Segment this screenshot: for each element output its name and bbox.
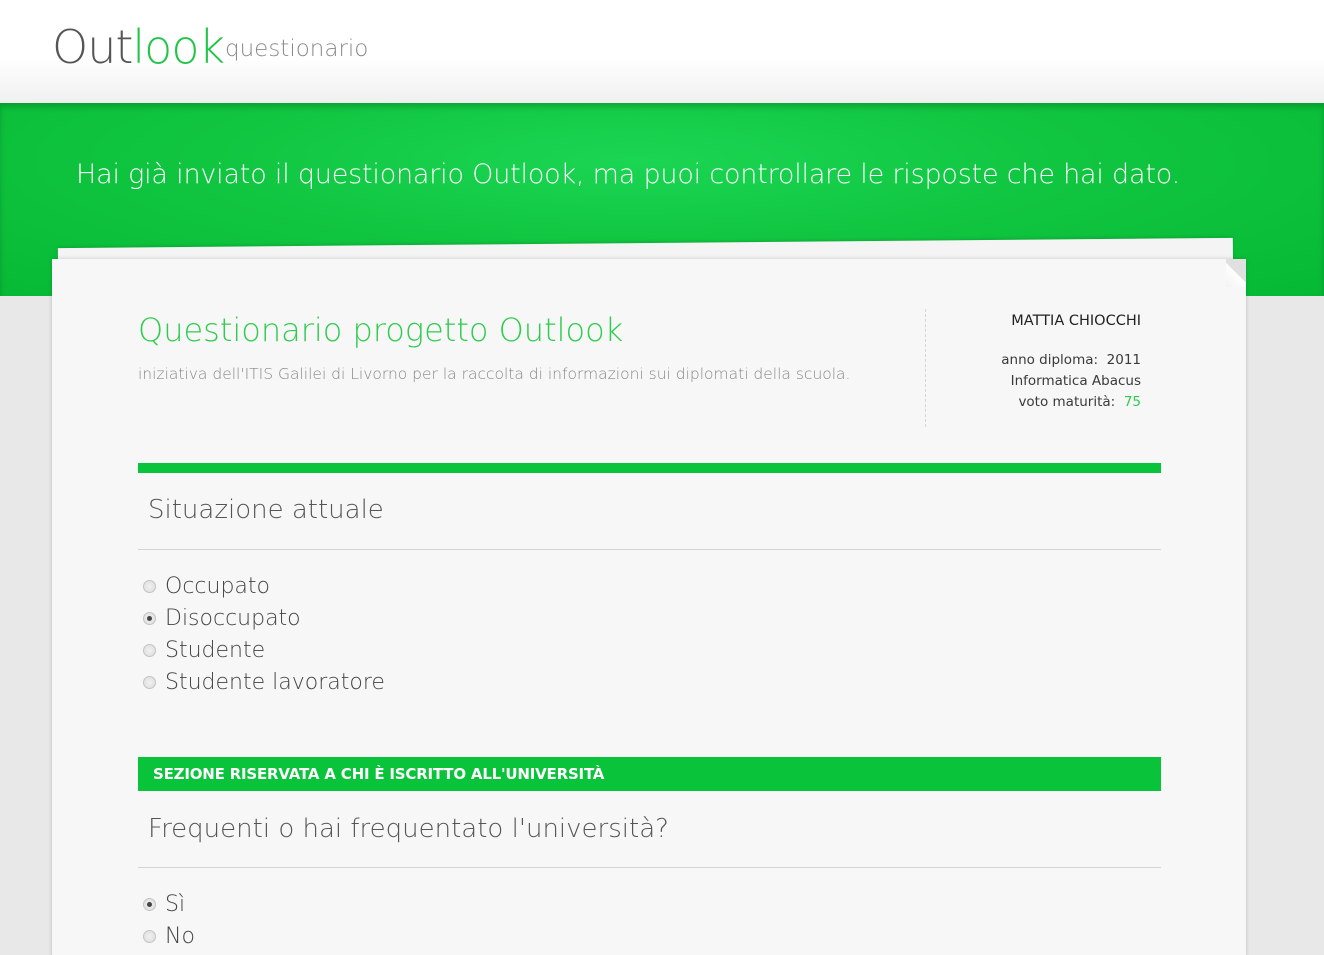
vertical-divider [925,309,926,427]
radio-label: Sì [165,892,186,917]
radio-option-si[interactable]: Sì [143,892,185,917]
section-title-current-status: Situazione attuale [148,495,384,525]
radio-label: Studente [165,638,266,663]
section-rule [138,867,1161,868]
section-divider-green [138,463,1161,473]
radio-button[interactable] [143,930,156,943]
radio-option-disoccupato[interactable]: Disoccupato [143,606,301,631]
section-rule [138,549,1161,550]
radio-button-checked[interactable] [143,898,156,911]
questionnaire-title: Questionario progetto Outlook [138,311,624,349]
course-name: Informatica Abacus [1010,373,1141,389]
diploma-year-value: 2011 [1106,352,1141,368]
banner-text: Hai già inviato il questionario Outlook,… [76,159,1180,190]
header-subtitle: questionario [225,36,369,62]
radio-option-studente[interactable]: Studente [143,638,265,663]
grade-label: voto maturità: [1018,394,1116,410]
header: Outlook questionario [0,0,1324,103]
radio-option-no[interactable]: No [143,924,195,949]
logo-part-out: Out [52,20,133,74]
radio-label: No [165,924,195,949]
radio-label: Studente lavoratore [165,670,385,695]
grade-value: 75 [1123,394,1141,410]
page-fold-corner [1226,259,1246,287]
question-university: Frequenti o hai frequentato l'università… [148,814,669,844]
questionnaire-description: iniziativa dell'ITIS Galilei di Livorno … [138,365,851,383]
diploma-year-label: anno diploma: [1001,352,1099,368]
radio-label: Disoccupato [165,606,301,631]
questionnaire-sheet: Questionario progetto Outlook iniziativa… [52,259,1246,955]
radio-label: Occupato [165,574,270,599]
radio-option-studente-lavoratore[interactable]: Studente lavoratore [143,670,385,695]
grade-row: voto maturità: 75 [1001,392,1141,413]
diploma-year-row: anno diploma: 2011 [1001,350,1141,371]
logo[interactable]: Outlook [52,20,225,74]
logo-part-look: look [132,20,225,74]
user-info: MATTIA CHIOCCHI anno diploma: 2011 Infor… [1001,311,1141,413]
radio-button[interactable] [143,676,156,689]
radio-button[interactable] [143,580,156,593]
user-name: MATTIA CHIOCCHI [1011,313,1141,329]
radio-option-occupato[interactable]: Occupato [143,574,270,599]
radio-button-checked[interactable] [143,612,156,625]
university-section-bar: SEZIONE RISERVATA A CHI È ISCRITTO ALL'U… [138,757,1161,791]
radio-button[interactable] [143,644,156,657]
